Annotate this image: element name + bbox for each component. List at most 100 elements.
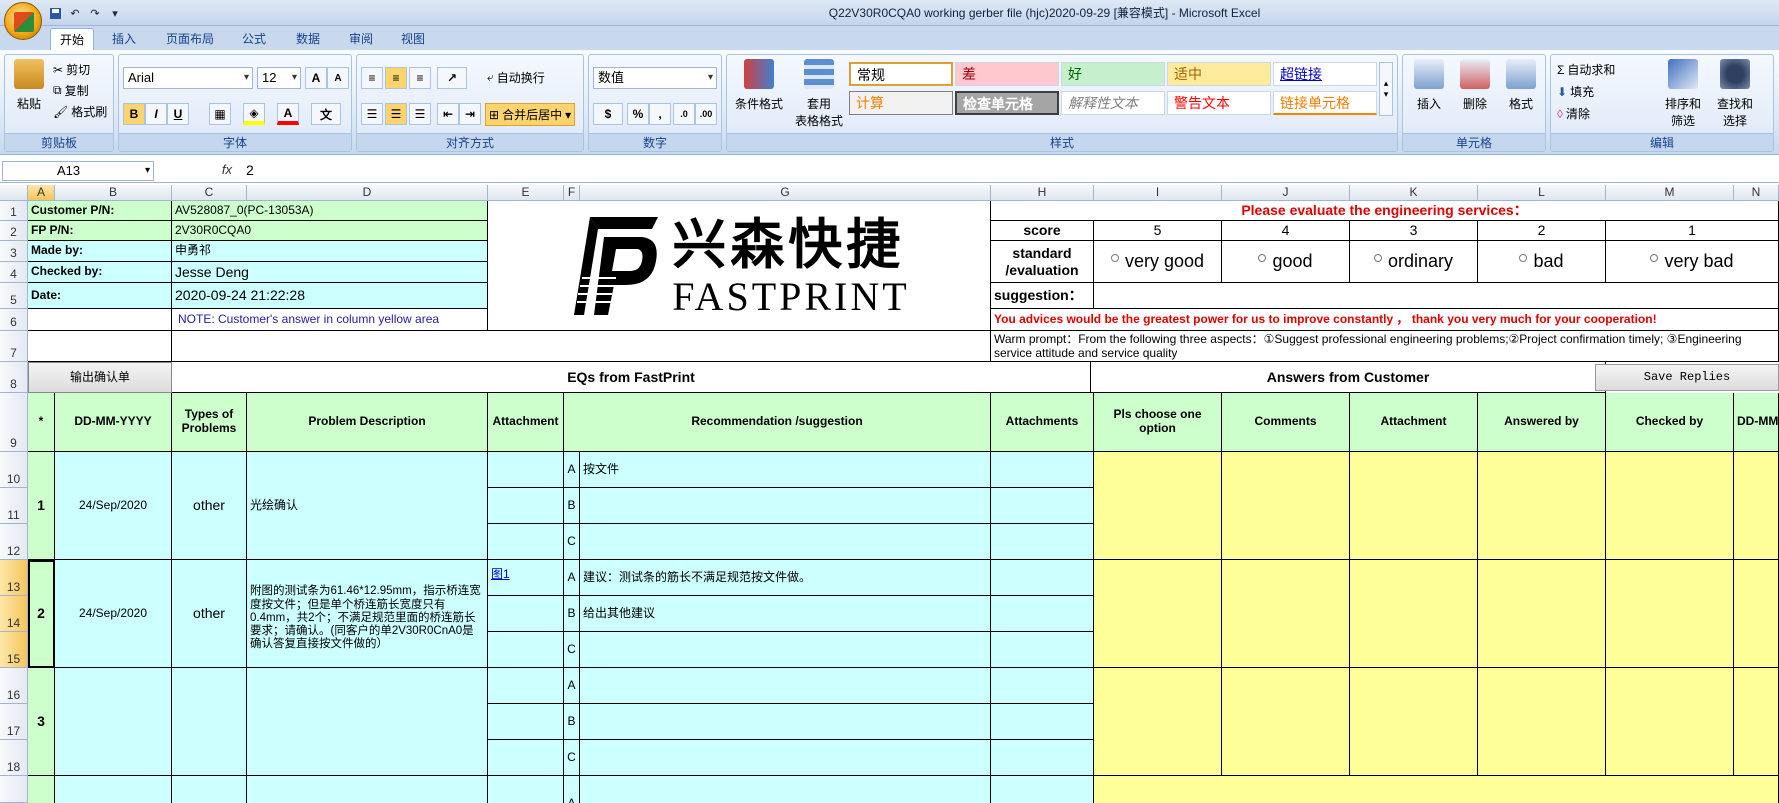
option-very-good[interactable]: very good <box>1094 241 1222 283</box>
eq-attachments[interactable] <box>991 452 1094 488</box>
row-header[interactable]: 7 <box>0 331 28 362</box>
blank-cell[interactable] <box>28 309 172 331</box>
eq-attachments[interactable] <box>991 596 1094 632</box>
eq-number[interactable] <box>28 776 55 803</box>
radio-icon[interactable] <box>1110 253 1119 262</box>
paste-button[interactable]: 粘贴 <box>11 59 47 112</box>
eq-attachments[interactable] <box>991 668 1094 704</box>
font-name-combo[interactable]: Arial <box>123 67 253 89</box>
worksheet[interactable]: A B C D E F G H I J K L M N 1 2 3 4 5 6 … <box>0 185 1779 803</box>
autosum-button[interactable]: Σ 自动求和 <box>1557 61 1615 78</box>
eq-attachment[interactable] <box>488 452 564 488</box>
radio-icon[interactable] <box>1258 253 1267 262</box>
style-good[interactable]: 好 <box>1061 62 1165 86</box>
col-header[interactable]: C <box>172 185 247 201</box>
answer-option-cell[interactable] <box>1094 452 1222 560</box>
eq-attachments[interactable] <box>991 740 1094 776</box>
answer-option-cell[interactable] <box>1094 668 1222 776</box>
fill-color-icon[interactable]: ◈ <box>243 103 265 125</box>
italic-button[interactable]: I <box>145 103 167 125</box>
style-hyperlink[interactable]: 超链接 <box>1273 62 1377 86</box>
merge-center-button[interactable]: ⊞ 合并后居中 ▾ <box>485 103 576 126</box>
align-top-icon[interactable]: ≡ <box>361 67 383 89</box>
orientation-icon[interactable]: ↗ <box>437 67 467 89</box>
eq-attachment[interactable] <box>488 596 564 632</box>
tab-data[interactable]: 数据 <box>290 28 326 50</box>
col-header[interactable]: K <box>1350 185 1478 201</box>
formula-input[interactable]: 2 <box>246 162 254 178</box>
eq-type[interactable]: other <box>172 560 247 668</box>
radio-icon[interactable] <box>1650 253 1659 262</box>
eq-number[interactable]: 1 <box>28 452 55 560</box>
answer-date-cell[interactable] <box>1734 668 1779 776</box>
comma-button[interactable]: , <box>649 103 671 125</box>
fp-pn-value[interactable]: 2V30R0CQA0 <box>172 221 488 241</box>
tab-review[interactable]: 审阅 <box>343 28 379 50</box>
sort-filter-button[interactable]: 排序和 筛选 <box>1661 59 1705 129</box>
eq-date[interactable] <box>55 668 172 776</box>
style-check-cell[interactable]: 检查单元格 <box>955 91 1059 115</box>
find-select-button[interactable]: 查找和 选择 <box>1713 59 1757 129</box>
col-header[interactable]: E <box>488 185 564 201</box>
font-size-combo[interactable]: 12 <box>257 67 301 89</box>
col-header[interactable]: J <box>1222 185 1350 201</box>
eq-date[interactable]: 24/Sep/2020 <box>55 452 172 560</box>
eq-attachment[interactable] <box>488 632 564 668</box>
eq-attachment[interactable] <box>488 740 564 776</box>
increase-decimal-icon[interactable]: .0 <box>673 103 695 125</box>
blank-cell[interactable] <box>28 331 172 362</box>
align-middle-icon[interactable]: ≡ <box>385 67 407 89</box>
border-icon[interactable]: ▦ <box>209 103 231 125</box>
eq-attachments[interactable] <box>991 632 1094 668</box>
answer-attachment-cell[interactable] <box>1350 560 1478 668</box>
tab-insert[interactable]: 插入 <box>104 28 144 50</box>
answer-option-cell[interactable] <box>1094 560 1222 668</box>
eq-attachment[interactable] <box>488 668 564 704</box>
eq-attachment[interactable] <box>488 524 564 560</box>
col-header[interactable]: M <box>1606 185 1734 201</box>
insert-button[interactable]: 插入 <box>1411 59 1447 112</box>
style-bad[interactable]: 差 <box>955 62 1059 86</box>
shrink-font-button[interactable]: A <box>327 67 349 89</box>
eq-attachments[interactable] <box>991 704 1094 740</box>
align-left-icon[interactable]: ☰ <box>361 103 383 125</box>
col-header[interactable]: N <box>1734 185 1779 201</box>
row-header[interactable]: 1 <box>0 201 28 221</box>
row-header[interactable]: 18 <box>0 740 28 776</box>
eq-description[interactable]: 光绘确认 <box>247 452 488 560</box>
option-text[interactable]: 按文件 <box>580 452 991 488</box>
checked-by-value[interactable]: Jesse Deng <box>172 262 488 283</box>
tab-page-layout[interactable]: 页面布局 <box>158 28 222 50</box>
radio-icon[interactable] <box>1373 253 1382 262</box>
decrease-decimal-icon[interactable]: .00 <box>695 103 717 125</box>
option-very-bad[interactable]: very bad <box>1606 241 1779 283</box>
row-header[interactable] <box>0 776 28 803</box>
format-painter-button[interactable]: 🖌 格式刷 <box>53 103 107 120</box>
option-text[interactable] <box>580 488 991 524</box>
corner-select-all[interactable] <box>0 185 28 201</box>
fill-button[interactable]: ⬇ 填充 <box>1557 83 1594 100</box>
answer-attachment-cell[interactable] <box>1350 668 1478 776</box>
option-text[interactable] <box>580 524 991 560</box>
name-box[interactable]: A13 <box>2 161 154 181</box>
eq-type[interactable] <box>172 668 247 776</box>
col-header[interactable]: B <box>55 185 172 201</box>
option-text[interactable] <box>580 740 991 776</box>
radio-icon[interactable] <box>1519 253 1528 262</box>
eq-attachments[interactable] <box>991 776 1094 803</box>
blank-cell[interactable] <box>172 331 991 362</box>
style-linked-cell[interactable]: 链接单元格 <box>1273 91 1377 115</box>
col-header[interactable]: A <box>28 185 55 201</box>
eq-date[interactable] <box>55 776 172 803</box>
tab-formulas[interactable]: 公式 <box>236 28 272 50</box>
copy-button[interactable]: ⧉ 复制 <box>53 82 89 99</box>
eq-description[interactable] <box>247 776 488 803</box>
answer-attachment-cell[interactable] <box>1350 452 1478 560</box>
number-format-combo[interactable]: 数值 <box>593 67 717 89</box>
suggestion-input[interactable] <box>1094 283 1779 309</box>
eq-date[interactable]: 24/Sep/2020 <box>55 560 172 668</box>
eq-type[interactable]: other <box>172 452 247 560</box>
eq-attachment[interactable] <box>488 704 564 740</box>
col-header[interactable]: D <box>247 185 488 201</box>
option-good[interactable]: good <box>1222 241 1350 283</box>
